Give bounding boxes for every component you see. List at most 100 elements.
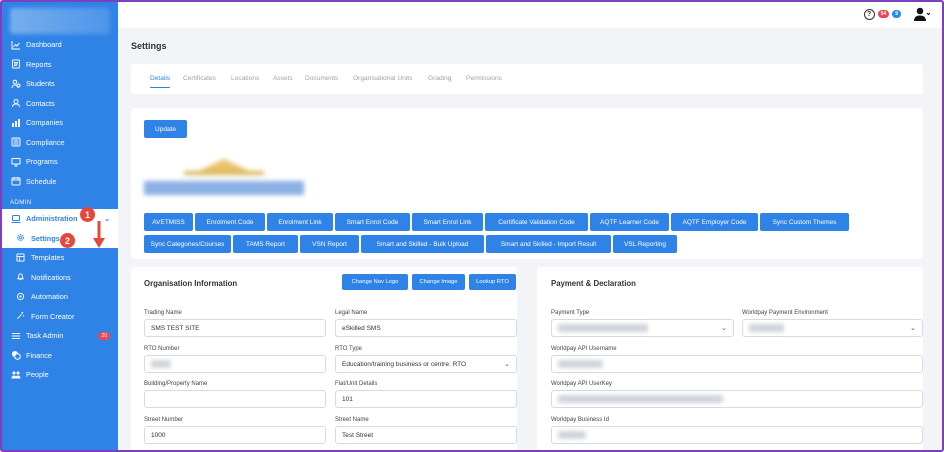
tabs-bar: Details Certificates Locations Assets Do…: [131, 64, 923, 94]
update-button[interactable]: Update: [144, 120, 187, 138]
worldpay-environment-select[interactable]: ⌄: [742, 319, 923, 337]
sidebar-item-automation[interactable]: Automation: [2, 287, 118, 307]
building-name-input[interactable]: [144, 390, 326, 408]
sidebar-item-compliance[interactable]: Compliance: [2, 133, 118, 153]
tams-report-button[interactable]: TAMS Report: [233, 235, 298, 253]
topbar-icons: ? 54 9: [863, 7, 930, 21]
rto-type-select[interactable]: Education/training business or centre: R…: [335, 355, 517, 373]
tasks-icon: [10, 330, 21, 341]
sync-categories-courses-button[interactable]: Sync Categories/Courses: [144, 235, 231, 253]
calendar-icon: [10, 176, 21, 187]
enrolment-code-button[interactable]: Enrolment Code: [195, 213, 265, 231]
tab-certificates[interactable]: Certificates: [183, 75, 216, 82]
bell-icon: [16, 272, 26, 282]
chart-line-icon: [10, 39, 21, 50]
lookup-rto-button[interactable]: Lookup RTO: [469, 274, 516, 290]
aqtf-learner-code-button[interactable]: AQTF Learner Code: [590, 213, 669, 231]
sidebar-item-people[interactable]: People: [2, 365, 118, 385]
sidebar-item-label: Administration: [26, 214, 78, 224]
coins-icon: [10, 350, 21, 361]
rto-type-value: Education/training business or centre: R…: [342, 360, 467, 368]
sync-custom-themes-button[interactable]: Sync Custom Themes: [760, 213, 849, 231]
vsn-report-button[interactable]: VSN Report: [300, 235, 359, 253]
redacted-value: [151, 360, 171, 368]
automation-icon: [16, 292, 26, 302]
sidebar-item-label: Students: [26, 79, 55, 89]
sidebar-item-notifications[interactable]: Notifications: [2, 268, 118, 288]
gear-icon: [16, 233, 26, 243]
rto-number-label: RTO Number: [144, 346, 180, 352]
chevron-down-icon: ⌄: [504, 361, 510, 368]
smart-skilled-bulk-upload-button[interactable]: Smart and Skilled - Bulk Upload: [361, 235, 484, 253]
payment-type-select[interactable]: ⌄: [551, 319, 734, 337]
api-username-input[interactable]: [551, 355, 923, 373]
message-badge[interactable]: 9: [892, 10, 901, 18]
tab-grading[interactable]: Grading: [428, 75, 451, 82]
tab-details[interactable]: Details: [150, 75, 171, 88]
certificate-validation-code-button[interactable]: Certificate Validation Code: [485, 213, 588, 231]
notification-badge[interactable]: 54: [877, 10, 890, 18]
brand-logo: [10, 8, 110, 34]
tab-assets[interactable]: Assets: [273, 75, 293, 82]
smart-skilled-import-result-button[interactable]: Smart and Skilled - Import Result: [486, 235, 611, 253]
sidebar-item-schedule[interactable]: Schedule: [2, 172, 118, 192]
sidebar-item-label: Dashboard: [26, 40, 62, 50]
help-icon[interactable]: ?: [863, 8, 875, 20]
street-number-label: Street Number: [144, 417, 184, 423]
sidebar-item-templates[interactable]: Templates: [2, 248, 118, 268]
organisation-logo: [144, 159, 304, 195]
sidebar-item-label: Programs: [26, 157, 58, 167]
enrolment-link-button[interactable]: Enrolment Link: [267, 213, 333, 231]
user-menu[interactable]: [914, 7, 930, 21]
sidebar-item-label: Reports: [26, 59, 52, 69]
sidebar-item-students[interactable]: Students: [2, 74, 118, 94]
flat-unit-input[interactable]: 101: [335, 390, 517, 408]
api-userkey-label: Worldpay API UserKey: [551, 381, 612, 387]
redacted-value: [558, 360, 603, 368]
people-icon: [10, 369, 21, 380]
street-name-label: Street Name: [335, 417, 369, 423]
aqtf-employer-code-button[interactable]: AQTF Employer Code: [671, 213, 758, 231]
change-image-button[interactable]: Change Image: [412, 274, 465, 290]
organisation-information-panel: Organisation Information Change Nav Logo…: [131, 267, 517, 450]
template-icon: [16, 253, 26, 263]
sidebar-item-companies[interactable]: Companies: [2, 113, 118, 133]
sidebar-item-finance[interactable]: Finance: [2, 346, 118, 366]
trading-name-input[interactable]: SMS TEST SITE: [144, 319, 326, 337]
business-id-input[interactable]: [551, 426, 923, 444]
chevron-down-icon: ⌄: [721, 325, 727, 332]
change-nav-logo-button[interactable]: Change Nav Logo: [342, 274, 408, 290]
sidebar-item-form-creator[interactable]: Form Creator: [2, 307, 118, 327]
avetmiss-button[interactable]: AVETMISS: [144, 213, 193, 231]
sidebar-item-contacts[interactable]: Contacts: [2, 94, 118, 114]
tab-locations[interactable]: Locations: [231, 75, 259, 82]
smart-enrol-code-button[interactable]: Smart Enrol Code: [335, 213, 410, 231]
sidebar-item-label: Finance: [26, 350, 52, 360]
chevron-down-icon: ⌄: [910, 325, 916, 332]
smart-enrol-link-button[interactable]: Smart Enrol Link: [412, 213, 483, 231]
flat-unit-label: Flat/Unit Details: [335, 381, 378, 387]
vsl-reporting-button[interactable]: VSL Reporting: [613, 235, 677, 253]
street-name-input[interactable]: Test Street: [335, 426, 517, 444]
rto-number-input[interactable]: [144, 355, 326, 373]
laptop-icon: [10, 213, 21, 224]
monitor-icon: [10, 156, 21, 167]
sidebar-item-task-admin[interactable]: Task Admin 20: [2, 326, 118, 346]
sidebar-item-dashboard[interactable]: Dashboard: [2, 35, 118, 55]
redacted-value: [558, 395, 723, 403]
sidebar-item-label: Templates: [31, 253, 65, 263]
tab-documents[interactable]: Documents: [305, 75, 338, 82]
magic-wand-icon: [16, 311, 26, 321]
tab-permissions[interactable]: Permissions: [466, 75, 502, 82]
api-userkey-input[interactable]: [551, 390, 923, 408]
street-number-input[interactable]: 1000: [144, 426, 326, 444]
redacted-value: [558, 324, 648, 332]
tab-organisational-units[interactable]: Organisational Units: [353, 75, 412, 82]
legal-name-input[interactable]: eSkilled SMS: [335, 319, 517, 337]
document-icon: [10, 59, 21, 70]
sidebar-item-reports[interactable]: Reports: [2, 55, 118, 75]
settings-actions-card: Update AVETMISS Enrolment Code Enrolment…: [131, 108, 923, 259]
sidebar-item-label: Form Creator: [31, 311, 75, 321]
topbar: ? 54 9: [118, 2, 942, 28]
sidebar-item-programs[interactable]: Programs: [2, 152, 118, 172]
